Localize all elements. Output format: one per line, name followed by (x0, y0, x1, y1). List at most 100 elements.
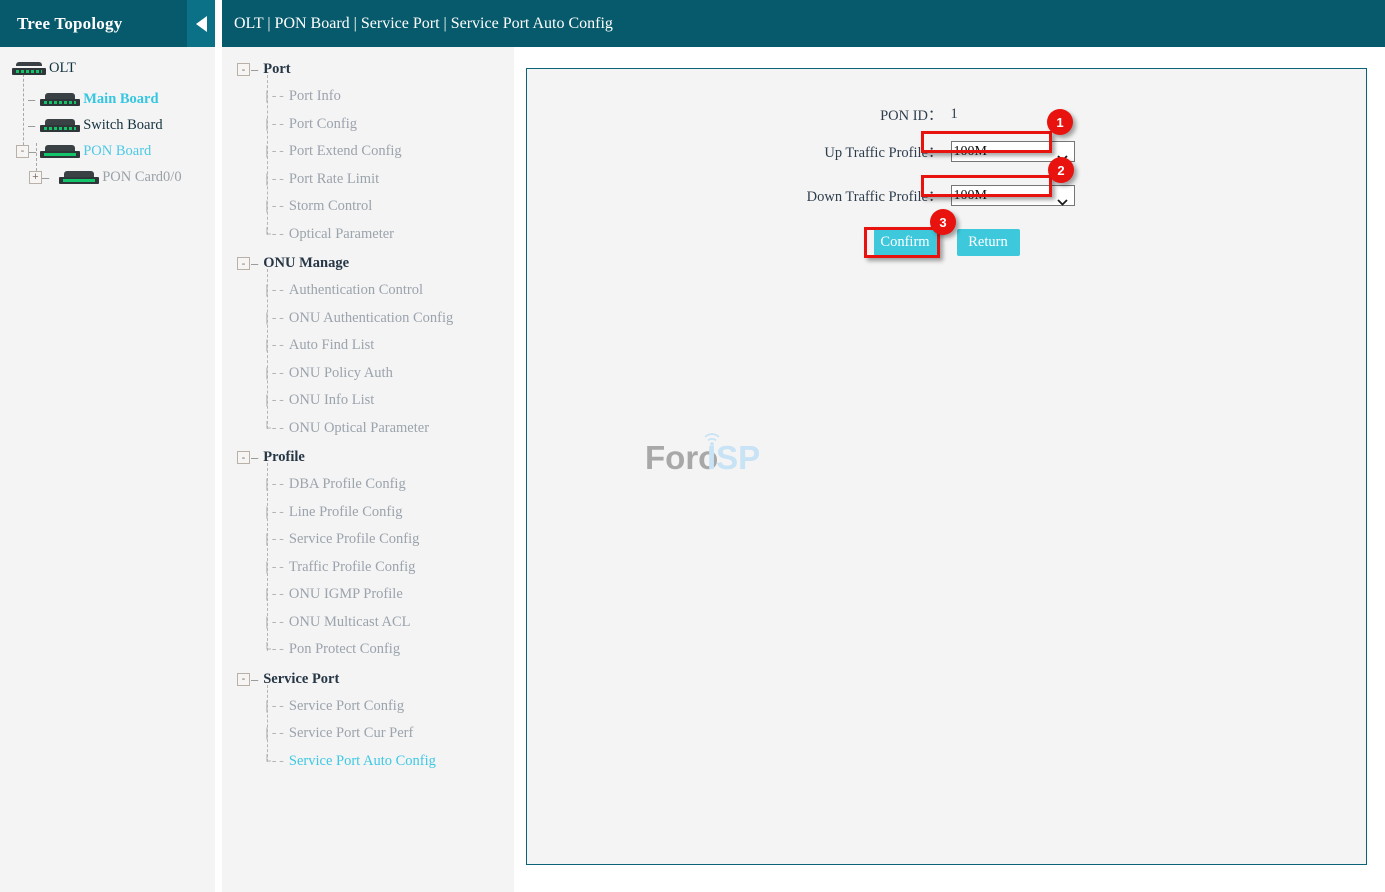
confirm-button[interactable]: Confirm (874, 229, 937, 256)
tree-node-pon-card[interactable]: + – PON Card0/0 (0, 164, 215, 190)
menu-branch-connector: |-- (263, 699, 285, 714)
tree-node-label: OLT (49, 60, 76, 77)
service-port-auto-config-panel: PON ID： 1 Up Traffic Profile： 100M (526, 68, 1367, 865)
tree-node-label: PON Board (83, 143, 151, 160)
menu-expander-toggle[interactable]: - (237, 451, 250, 464)
menu-item-label: Traffic Profile Config (289, 559, 415, 576)
menu-item-onu-multicast-acl[interactable]: |--ONU Multicast ACL (263, 609, 514, 637)
menu-branch-connector: |-- (263, 89, 285, 104)
menu-group-header[interactable]: -–ONU Manage (222, 250, 514, 277)
menu-group-header[interactable]: -–Service Port (222, 666, 514, 693)
menu-item-label: ONU Optical Parameter (289, 420, 429, 437)
menu-item-service-port-auto-config[interactable]: └--Service Port Auto Config (263, 748, 514, 776)
content-header-bar: OLT | PON Board | Service Port | Service… (222, 0, 1385, 47)
menu-item-storm-control[interactable]: |-- Storm Control (263, 193, 514, 221)
menu-item-label: Port Rate Limit (289, 171, 379, 188)
tree-branch-dash: – (42, 170, 49, 185)
menu-item-label: Auto Find List (289, 337, 374, 354)
menu-item-service-profile-config[interactable]: |-- Service Profile Config (263, 526, 514, 554)
menu-group-header[interactable]: -–Profile (222, 444, 514, 471)
tree-expander-toggle[interactable]: - (16, 145, 29, 158)
menu-branch-connector: |-- (263, 615, 285, 630)
menu-item-onu-policy-auth[interactable]: |--ONU Policy Auth (263, 360, 514, 388)
navigation-menu-list: -–Port|--Port Info|--Port Config|--Port … (222, 0, 514, 775)
menu-item-onu-info-list[interactable]: |--ONU Info List (263, 387, 514, 415)
menu-item-authentication-control[interactable]: |-- Authentication Control (263, 277, 514, 305)
menu-branch-connector: |-- (263, 477, 285, 492)
pon-id-row: PON ID： 1 (527, 99, 1366, 129)
menu-item-label: Port Config (289, 116, 357, 133)
menu-item-onu-authentication-config[interactable]: |--ONU Authentication Config (263, 305, 514, 333)
svg-text:ISP: ISP (707, 439, 760, 476)
navigation-menu-panel: -–Port|--Port Info|--Port Config|--Port … (222, 0, 514, 892)
tree-expander-toggle[interactable]: + (29, 171, 42, 184)
menu-item-auto-find-list[interactable]: |-- Auto Find List (263, 332, 514, 360)
menu-branch-connector: |-- (263, 393, 285, 408)
menu-branch-dash: – (251, 672, 258, 687)
menu-branch-connector: |-- (263, 587, 285, 602)
menu-item-port-config[interactable]: |--Port Config (263, 111, 514, 139)
menu-group-profile: -–Profile|--DBA Profile Config|--Line Pr… (222, 444, 514, 664)
menu-expander-toggle[interactable]: - (237, 673, 250, 686)
tree-node-main-board[interactable]: – Main Board (0, 86, 215, 112)
menu-item-label: Service Port Config (289, 698, 404, 715)
menu-branch-connector: |-- (263, 505, 285, 520)
menu-branch-connector: └-- (263, 421, 285, 436)
tree-node-olt[interactable]: OLT (0, 55, 215, 81)
menu-item-label: Storm Control (289, 198, 372, 215)
tree-node-list: OLT – Main Board – Switch Board - (0, 47, 215, 190)
tree-branch-dash: – (28, 92, 35, 107)
menu-branch-connector: |-- (263, 560, 285, 575)
menu-branch-connector: |-- (263, 532, 285, 547)
olt-device-icon (12, 62, 46, 75)
menu-group-service-port: -–Service Port |-- Service Port Config |--S… (222, 666, 514, 776)
menu-item-list: |--DBA Profile Config|--Line Profile Con… (222, 471, 514, 664)
menu-branch-dash: – (251, 62, 258, 77)
menu-item-list: |-- Service Port Config |--Service Port Cu… (222, 693, 514, 776)
annotation-badge-2: 2 (1048, 157, 1074, 183)
menu-item-optical-parameter[interactable]: └-- Optical Parameter (263, 221, 514, 249)
tree-topology-title: Tree Topology (0, 14, 122, 34)
board-device-icon (40, 93, 80, 106)
menu-item-label: Port Info (289, 88, 341, 105)
menu-item-line-profile-config[interactable]: |-- Line Profile Config (263, 499, 514, 527)
menu-branch-dash: – (251, 450, 258, 465)
menu-branch-connector: |-- (263, 283, 285, 298)
tree-node-label: PON Card0/0 (102, 169, 181, 186)
menu-item-label: Authentication Control (289, 282, 423, 299)
menu-item-label: Optical Parameter (289, 226, 394, 243)
menu-branch-connector: └-- (263, 227, 285, 242)
menu-item-onu-optical-parameter[interactable]: └-- ONU Optical Parameter (263, 415, 514, 443)
menu-item-label: Service Port Cur Perf (289, 725, 413, 742)
menu-item-port-rate-limit[interactable]: |--Port Rate Limit (263, 166, 514, 194)
menu-item-port-info[interactable]: |-- Port Info (263, 83, 514, 111)
menu-expander-toggle[interactable]: - (237, 257, 250, 270)
menu-item-label: Line Profile Config (289, 504, 403, 521)
menu-item-dba-profile-config[interactable]: |--DBA Profile Config (263, 471, 514, 499)
menu-branch-connector: |-- (263, 199, 285, 214)
down-traffic-profile-select[interactable]: 100M (951, 185, 1075, 206)
menu-item-traffic-profile-config[interactable]: |-- Traffic Profile Config (263, 554, 514, 582)
menu-branch-connector: |-- (263, 366, 285, 381)
menu-item-label: Service Profile Config (289, 531, 419, 548)
return-button[interactable]: Return (957, 229, 1020, 256)
tree-topology-header: Tree Topology (0, 0, 215, 47)
menu-item-service-port-cur-perf[interactable]: |--Service Port Cur Perf (263, 720, 514, 748)
up-traffic-profile-row: Up Traffic Profile： 100M (527, 129, 1366, 173)
tree-node-pon-board[interactable]: - – PON Board (0, 138, 215, 164)
menu-expander-toggle[interactable]: - (237, 63, 250, 76)
menu-item-service-port-config[interactable]: |-- Service Port Config (263, 693, 514, 721)
menu-item-onu-igmp-profile[interactable]: |-- ONU IGMP Profile (263, 581, 514, 609)
tree-branch-dash: – (28, 118, 35, 133)
sidebar-collapse-button[interactable] (187, 0, 215, 47)
menu-item-pon-protect-config[interactable]: └--Pon Protect Config (263, 636, 514, 664)
menu-group-onu-manage: -–ONU Manage|--Authentication Control|--… (222, 250, 514, 442)
tree-node-switch-board[interactable]: – Switch Board (0, 112, 215, 138)
menu-item-port-extend-config[interactable]: |--Port Extend Config (263, 138, 514, 166)
down-traffic-profile-control: 100M (947, 185, 1177, 206)
menu-group-header[interactable]: -–Port (222, 56, 514, 83)
down-traffic-profile-label: Down Traffic Profile： (717, 185, 947, 206)
menu-branch-connector: |-- (263, 338, 285, 353)
tree-node-label: Main Board (83, 91, 158, 108)
menu-item-label: ONU IGMP Profile (289, 586, 403, 603)
